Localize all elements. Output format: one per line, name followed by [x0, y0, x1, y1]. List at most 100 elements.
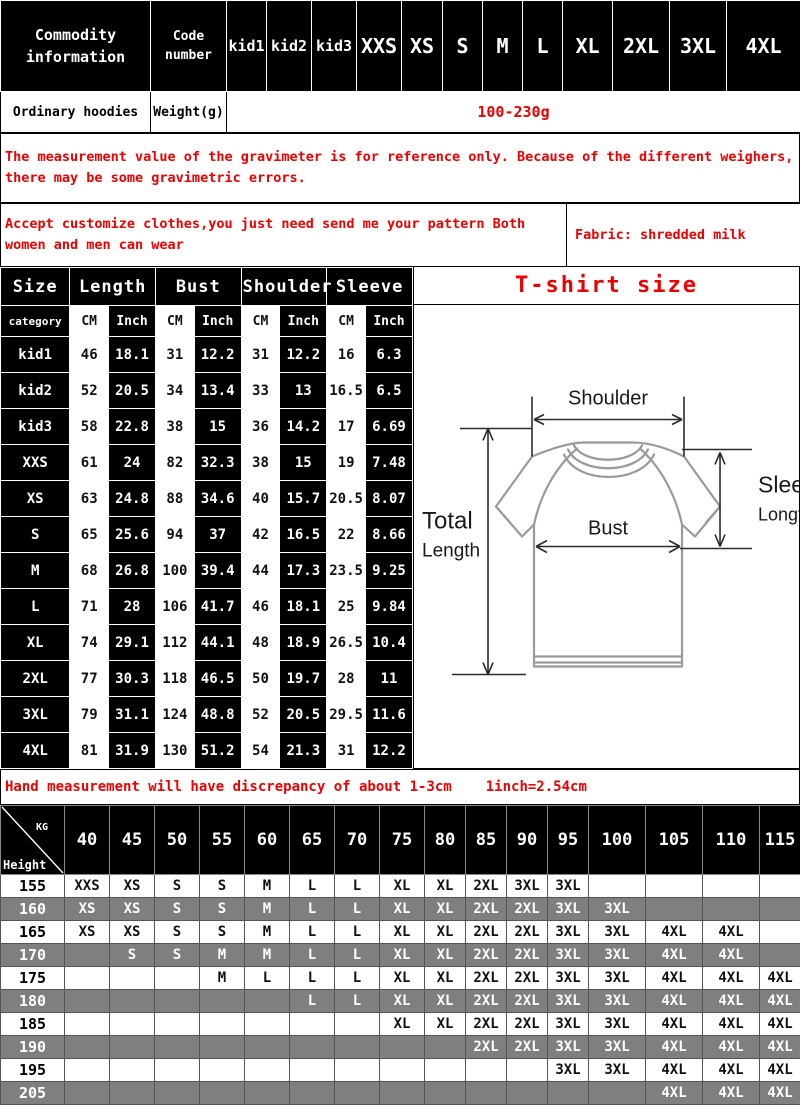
size-value-cell: 30.3: [109, 661, 156, 697]
hand-measurement-row: Hand measurement will have discrepancy o…: [1, 770, 800, 805]
size-value-cell: 54: [241, 733, 280, 769]
size-col-xxs: XXS: [357, 1, 402, 92]
fit-grid-cell: [646, 875, 703, 898]
size-name-cell: kid2: [1, 373, 70, 409]
fit-grid-cell: [335, 1036, 380, 1059]
fit-grid-cell: [245, 1059, 290, 1082]
fit-grid-cell: M: [200, 967, 245, 990]
size-value-cell: 29.5: [327, 697, 366, 733]
height-row-header: 205: [1, 1082, 65, 1105]
size-value-cell: 6.69: [365, 409, 412, 445]
size-name-cell: L: [1, 589, 70, 625]
fit-grid-cell: [110, 1059, 155, 1082]
fit-grid-cell: [290, 1013, 335, 1036]
fit-grid-cell: S: [155, 875, 200, 898]
fit-grid-cell: XL: [425, 898, 466, 921]
size-name-cell: XS: [1, 481, 70, 517]
hand-measurement-cell: Hand measurement will have discrepancy o…: [1, 770, 800, 805]
fit-grid-cell: 4XL: [760, 990, 800, 1013]
fit-grid-cell: [425, 1082, 466, 1105]
size-value-cell: 17: [327, 409, 366, 445]
size-spec-row: S6525.694374216.5228.66: [1, 517, 413, 553]
size-value-cell: 11: [365, 661, 412, 697]
customize-note: Accept customize clothes,you just need s…: [1, 204, 567, 267]
fit-grid-cell: [245, 990, 290, 1013]
height-row-header: 195: [1, 1059, 65, 1082]
size-value-cell: 88: [155, 481, 194, 517]
size-name-cell: 4XL: [1, 733, 70, 769]
size-spec-body: kid14618.13112.23112.2166.3kid25220.5341…: [1, 337, 413, 769]
size-name-cell: 2XL: [1, 661, 70, 697]
size-spec-row: XL7429.111244.14818.926.510.4: [1, 625, 413, 661]
customize-note-table: Accept customize clothes,you just need s…: [0, 203, 800, 267]
fit-grid-cell: 3XL: [589, 990, 646, 1013]
size-value-cell: 18.1: [280, 589, 327, 625]
size-value-cell: 20.5: [280, 697, 327, 733]
size-name-cell: XL: [1, 625, 70, 661]
size-value-cell: 79: [70, 697, 109, 733]
size-value-cell: 44: [241, 553, 280, 589]
fit-grid-cell: 3XL: [589, 1013, 646, 1036]
fit-grid-cell: 3XL: [507, 875, 548, 898]
header-shoulder: Shoulder: [241, 268, 327, 306]
fit-grid-cell: [703, 898, 760, 921]
fit-grid-cell: 2XL: [507, 1036, 548, 1059]
fit-grid-cell: S: [155, 921, 200, 944]
fit-grid-row: 170SSMMLLXLXL2XL2XL3XL3XL4XL4XL: [1, 944, 800, 967]
fit-grid-cell: L: [335, 990, 380, 1013]
size-spec-row: kid35822.838153614.2176.69: [1, 409, 413, 445]
fit-grid-cell: [507, 1059, 548, 1082]
fit-grid-cell: [155, 1082, 200, 1105]
fit-grid-cell: [335, 1013, 380, 1036]
kg-column-header: 80: [425, 806, 466, 875]
fit-grid-cell: 4XL: [703, 990, 760, 1013]
unit-sleeve-cm: CM: [327, 306, 366, 337]
kg-column-header: 65: [290, 806, 335, 875]
fit-grid-cell: 4XL: [760, 1059, 800, 1082]
size-value-cell: 21.3: [280, 733, 327, 769]
fit-grid-cell: 4XL: [760, 1082, 800, 1105]
fit-grid-cell: 2XL: [466, 944, 507, 967]
fit-grid-cell: XL: [425, 921, 466, 944]
size-value-cell: 8.07: [365, 481, 412, 517]
total-sub-label: Length: [422, 541, 480, 562]
fit-grid-cell: [380, 1036, 425, 1059]
fit-grid-cell: [466, 1059, 507, 1082]
size-value-cell: 65: [70, 517, 109, 553]
fit-grid-cell: 3XL: [548, 898, 589, 921]
fit-grid-cell: [65, 944, 110, 967]
fit-grid-cell: [155, 1059, 200, 1082]
size-name-cell: XXS: [1, 445, 70, 481]
fit-grid-cell: 2XL: [507, 944, 548, 967]
fit-grid-cell: L: [290, 967, 335, 990]
kg-column-header: 50: [155, 806, 200, 875]
size-spec-row: 2XL7730.311846.55019.72811: [1, 661, 413, 697]
size-value-cell: 33: [241, 373, 280, 409]
bust-label: Bust: [588, 517, 628, 539]
fit-grid-cell: 3XL: [589, 1059, 646, 1082]
shoulder-label: Shoulder: [568, 387, 648, 409]
size-value-cell: 58: [70, 409, 109, 445]
size-value-cell: 22.8: [109, 409, 156, 445]
size-value-cell: 20.5: [327, 481, 366, 517]
header-size: Size: [1, 268, 70, 306]
size-value-cell: 9.84: [365, 589, 412, 625]
size-value-cell: 63: [70, 481, 109, 517]
size-value-cell: 94: [155, 517, 194, 553]
fit-grid-row: 185XLXL2XL2XL3XL3XL4XL4XL4XL: [1, 1013, 800, 1036]
kg-height-corner: KG Height: [1, 806, 65, 875]
height-axis-label: Height: [3, 858, 46, 872]
fit-grid-cell: 4XL: [646, 967, 703, 990]
size-col-l: L: [523, 1, 563, 92]
weight-row: Ordinary hoodies Weight(g) 100-230g: [1, 92, 800, 133]
size-spec-row: kid14618.13112.23112.2166.3: [1, 337, 413, 373]
unit-shoulder-cm: CM: [241, 306, 280, 337]
size-value-cell: 12.2: [280, 337, 327, 373]
kg-column-header: 60: [245, 806, 290, 875]
fit-grid-cell: 4XL: [760, 1013, 800, 1036]
size-value-cell: 46: [241, 589, 280, 625]
fit-grid-cell: [200, 990, 245, 1013]
fit-grid-cell: 4XL: [703, 1036, 760, 1059]
size-value-cell: 100: [155, 553, 194, 589]
fit-grid-cell: [245, 1036, 290, 1059]
